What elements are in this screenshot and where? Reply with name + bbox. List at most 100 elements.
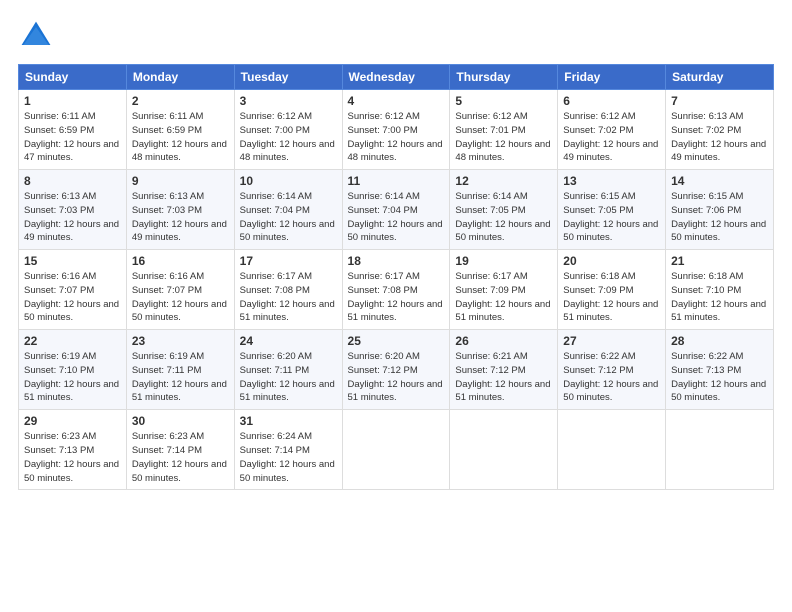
day-number: 29 [24, 414, 121, 428]
day-cell-3: 3 Sunrise: 6:12 AM Sunset: 7:00 PM Dayli… [234, 90, 342, 170]
day-info: Sunrise: 6:23 AM Sunset: 7:13 PM Dayligh… [24, 431, 119, 483]
day-number: 24 [240, 334, 337, 348]
day-cell-29: 29 Sunrise: 6:23 AM Sunset: 7:13 PM Dayl… [19, 410, 127, 490]
day-number: 26 [455, 334, 552, 348]
day-number: 30 [132, 414, 229, 428]
day-info: Sunrise: 6:15 AM Sunset: 7:05 PM Dayligh… [563, 191, 658, 243]
empty-day-cell [342, 410, 450, 490]
day-number: 2 [132, 94, 229, 108]
calendar-week-1: 1 Sunrise: 6:11 AM Sunset: 6:59 PM Dayli… [19, 90, 774, 170]
day-number: 23 [132, 334, 229, 348]
day-number: 1 [24, 94, 121, 108]
calendar-week-4: 22 Sunrise: 6:19 AM Sunset: 7:10 PM Dayl… [19, 330, 774, 410]
day-cell-15: 15 Sunrise: 6:16 AM Sunset: 7:07 PM Dayl… [19, 250, 127, 330]
col-header-friday: Friday [558, 65, 666, 90]
day-cell-7: 7 Sunrise: 6:13 AM Sunset: 7:02 PM Dayli… [666, 90, 774, 170]
day-cell-26: 26 Sunrise: 6:21 AM Sunset: 7:12 PM Dayl… [450, 330, 558, 410]
header [18, 18, 774, 54]
empty-day-cell [558, 410, 666, 490]
day-number: 25 [348, 334, 445, 348]
day-number: 20 [563, 254, 660, 268]
day-info: Sunrise: 6:11 AM Sunset: 6:59 PM Dayligh… [132, 111, 227, 163]
col-header-sunday: Sunday [19, 65, 127, 90]
day-info: Sunrise: 6:24 AM Sunset: 7:14 PM Dayligh… [240, 431, 335, 483]
day-info: Sunrise: 6:17 AM Sunset: 7:08 PM Dayligh… [348, 271, 443, 323]
day-info: Sunrise: 6:12 AM Sunset: 7:00 PM Dayligh… [348, 111, 443, 163]
day-cell-2: 2 Sunrise: 6:11 AM Sunset: 6:59 PM Dayli… [126, 90, 234, 170]
day-info: Sunrise: 6:14 AM Sunset: 7:04 PM Dayligh… [348, 191, 443, 243]
day-cell-31: 31 Sunrise: 6:24 AM Sunset: 7:14 PM Dayl… [234, 410, 342, 490]
empty-day-cell [450, 410, 558, 490]
day-number: 28 [671, 334, 768, 348]
day-cell-25: 25 Sunrise: 6:20 AM Sunset: 7:12 PM Dayl… [342, 330, 450, 410]
day-info: Sunrise: 6:18 AM Sunset: 7:10 PM Dayligh… [671, 271, 766, 323]
day-cell-11: 11 Sunrise: 6:14 AM Sunset: 7:04 PM Dayl… [342, 170, 450, 250]
day-cell-4: 4 Sunrise: 6:12 AM Sunset: 7:00 PM Dayli… [342, 90, 450, 170]
day-info: Sunrise: 6:19 AM Sunset: 7:11 PM Dayligh… [132, 351, 227, 403]
day-cell-13: 13 Sunrise: 6:15 AM Sunset: 7:05 PM Dayl… [558, 170, 666, 250]
day-number: 4 [348, 94, 445, 108]
day-info: Sunrise: 6:20 AM Sunset: 7:12 PM Dayligh… [348, 351, 443, 403]
day-cell-18: 18 Sunrise: 6:17 AM Sunset: 7:08 PM Dayl… [342, 250, 450, 330]
day-number: 11 [348, 174, 445, 188]
day-info: Sunrise: 6:11 AM Sunset: 6:59 PM Dayligh… [24, 111, 119, 163]
day-number: 22 [24, 334, 121, 348]
day-info: Sunrise: 6:12 AM Sunset: 7:02 PM Dayligh… [563, 111, 658, 163]
day-info: Sunrise: 6:14 AM Sunset: 7:04 PM Dayligh… [240, 191, 335, 243]
calendar-week-5: 29 Sunrise: 6:23 AM Sunset: 7:13 PM Dayl… [19, 410, 774, 490]
day-info: Sunrise: 6:15 AM Sunset: 7:06 PM Dayligh… [671, 191, 766, 243]
day-info: Sunrise: 6:21 AM Sunset: 7:12 PM Dayligh… [455, 351, 550, 403]
col-header-saturday: Saturday [666, 65, 774, 90]
day-number: 14 [671, 174, 768, 188]
day-number: 5 [455, 94, 552, 108]
day-cell-20: 20 Sunrise: 6:18 AM Sunset: 7:09 PM Dayl… [558, 250, 666, 330]
day-number: 16 [132, 254, 229, 268]
calendar-week-2: 8 Sunrise: 6:13 AM Sunset: 7:03 PM Dayli… [19, 170, 774, 250]
logo [18, 18, 58, 54]
day-info: Sunrise: 6:22 AM Sunset: 7:12 PM Dayligh… [563, 351, 658, 403]
day-cell-27: 27 Sunrise: 6:22 AM Sunset: 7:12 PM Dayl… [558, 330, 666, 410]
day-info: Sunrise: 6:22 AM Sunset: 7:13 PM Dayligh… [671, 351, 766, 403]
day-info: Sunrise: 6:19 AM Sunset: 7:10 PM Dayligh… [24, 351, 119, 403]
day-info: Sunrise: 6:13 AM Sunset: 7:03 PM Dayligh… [132, 191, 227, 243]
col-header-monday: Monday [126, 65, 234, 90]
day-info: Sunrise: 6:17 AM Sunset: 7:08 PM Dayligh… [240, 271, 335, 323]
day-cell-14: 14 Sunrise: 6:15 AM Sunset: 7:06 PM Dayl… [666, 170, 774, 250]
day-number: 13 [563, 174, 660, 188]
day-number: 7 [671, 94, 768, 108]
calendar-header-row: SundayMondayTuesdayWednesdayThursdayFrid… [19, 65, 774, 90]
day-cell-10: 10 Sunrise: 6:14 AM Sunset: 7:04 PM Dayl… [234, 170, 342, 250]
day-cell-8: 8 Sunrise: 6:13 AM Sunset: 7:03 PM Dayli… [19, 170, 127, 250]
day-cell-24: 24 Sunrise: 6:20 AM Sunset: 7:11 PM Dayl… [234, 330, 342, 410]
day-cell-16: 16 Sunrise: 6:16 AM Sunset: 7:07 PM Dayl… [126, 250, 234, 330]
day-number: 17 [240, 254, 337, 268]
day-cell-23: 23 Sunrise: 6:19 AM Sunset: 7:11 PM Dayl… [126, 330, 234, 410]
col-header-tuesday: Tuesday [234, 65, 342, 90]
day-info: Sunrise: 6:18 AM Sunset: 7:09 PM Dayligh… [563, 271, 658, 323]
day-info: Sunrise: 6:12 AM Sunset: 7:00 PM Dayligh… [240, 111, 335, 163]
col-header-thursday: Thursday [450, 65, 558, 90]
day-number: 6 [563, 94, 660, 108]
day-info: Sunrise: 6:12 AM Sunset: 7:01 PM Dayligh… [455, 111, 550, 163]
day-number: 31 [240, 414, 337, 428]
day-cell-17: 17 Sunrise: 6:17 AM Sunset: 7:08 PM Dayl… [234, 250, 342, 330]
logo-icon [18, 18, 54, 54]
day-number: 18 [348, 254, 445, 268]
day-cell-6: 6 Sunrise: 6:12 AM Sunset: 7:02 PM Dayli… [558, 90, 666, 170]
day-info: Sunrise: 6:20 AM Sunset: 7:11 PM Dayligh… [240, 351, 335, 403]
calendar: SundayMondayTuesdayWednesdayThursdayFrid… [18, 64, 774, 490]
day-number: 15 [24, 254, 121, 268]
day-cell-28: 28 Sunrise: 6:22 AM Sunset: 7:13 PM Dayl… [666, 330, 774, 410]
page: SundayMondayTuesdayWednesdayThursdayFrid… [0, 0, 792, 612]
day-cell-5: 5 Sunrise: 6:12 AM Sunset: 7:01 PM Dayli… [450, 90, 558, 170]
day-info: Sunrise: 6:13 AM Sunset: 7:02 PM Dayligh… [671, 111, 766, 163]
day-number: 10 [240, 174, 337, 188]
day-info: Sunrise: 6:13 AM Sunset: 7:03 PM Dayligh… [24, 191, 119, 243]
day-info: Sunrise: 6:17 AM Sunset: 7:09 PM Dayligh… [455, 271, 550, 323]
day-number: 12 [455, 174, 552, 188]
day-cell-22: 22 Sunrise: 6:19 AM Sunset: 7:10 PM Dayl… [19, 330, 127, 410]
day-info: Sunrise: 6:23 AM Sunset: 7:14 PM Dayligh… [132, 431, 227, 483]
calendar-week-3: 15 Sunrise: 6:16 AM Sunset: 7:07 PM Dayl… [19, 250, 774, 330]
day-number: 8 [24, 174, 121, 188]
day-cell-9: 9 Sunrise: 6:13 AM Sunset: 7:03 PM Dayli… [126, 170, 234, 250]
